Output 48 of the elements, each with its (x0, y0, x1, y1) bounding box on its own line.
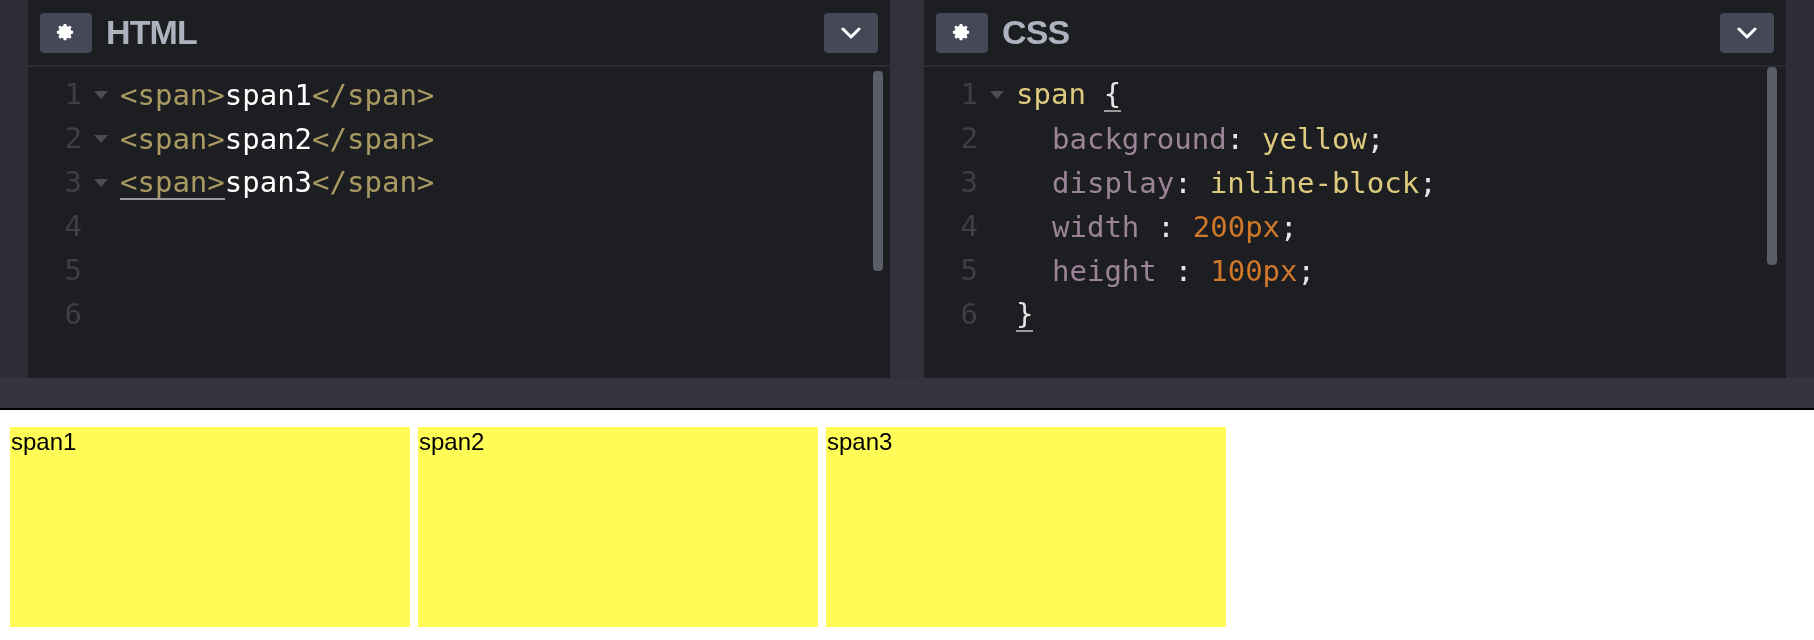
settings-button[interactable] (936, 12, 988, 53)
css-punctuation: ; (1366, 123, 1385, 155)
collapse-button[interactable] (1720, 12, 1774, 53)
css-punctuation: : (1174, 167, 1192, 199)
preview-span-box: span2 (418, 427, 818, 627)
scrollbar-thumb[interactable] (873, 71, 883, 271)
code-text: span2 (224, 123, 313, 155)
settings-icon (952, 22, 972, 43)
fold-triangle-icon[interactable] (990, 91, 1004, 99)
css-property: background (1052, 123, 1227, 155)
css-punctuation: ; (1297, 255, 1315, 287)
resize-bar[interactable] (0, 378, 1814, 410)
css-property: height (1052, 255, 1157, 287)
fold-triangle-icon[interactable] (94, 91, 108, 99)
css-property: display (1052, 167, 1175, 199)
css-number: 100px (1210, 255, 1298, 287)
scrollbar-thumb[interactable] (1767, 67, 1777, 265)
panel-title: CSS (1002, 12, 1070, 53)
chevron-down-icon (841, 26, 861, 39)
collapse-button[interactable] (824, 12, 878, 53)
code-text: span1 (224, 79, 313, 111)
html-tag: <span> (120, 166, 225, 200)
settings-button[interactable] (40, 12, 92, 53)
code-text: span3 (224, 166, 313, 200)
css-punctuation: : (1226, 123, 1245, 155)
css-punctuation: : (1174, 255, 1193, 287)
css-punctuation: } (1016, 298, 1034, 332)
css-property: width (1052, 211, 1140, 243)
html-tag: </span> (312, 123, 435, 155)
html-tag: </span> (312, 166, 435, 200)
fold-triangle-icon[interactable] (94, 179, 108, 187)
css-punctuation: : (1157, 211, 1175, 243)
panel-title: HTML (106, 12, 197, 53)
preview-span-box: span1 (10, 427, 410, 627)
settings-icon (56, 22, 76, 43)
html-tag: </span> (312, 79, 435, 111)
css-selector: span (1016, 78, 1086, 112)
html-tag: <span> (120, 79, 225, 111)
css-value: inline-block (1209, 167, 1420, 199)
fold-triangle-icon[interactable] (94, 135, 108, 143)
html-tag: <span> (120, 123, 225, 155)
preview-span-box: span3 (826, 427, 1226, 627)
css-value: yellow (1262, 123, 1367, 155)
chevron-down-icon (1737, 26, 1757, 39)
css-punctuation: { (1103, 78, 1122, 112)
css-punctuation: ; (1419, 167, 1437, 199)
css-number: 200px (1192, 211, 1281, 243)
css-punctuation: ; (1280, 211, 1298, 243)
